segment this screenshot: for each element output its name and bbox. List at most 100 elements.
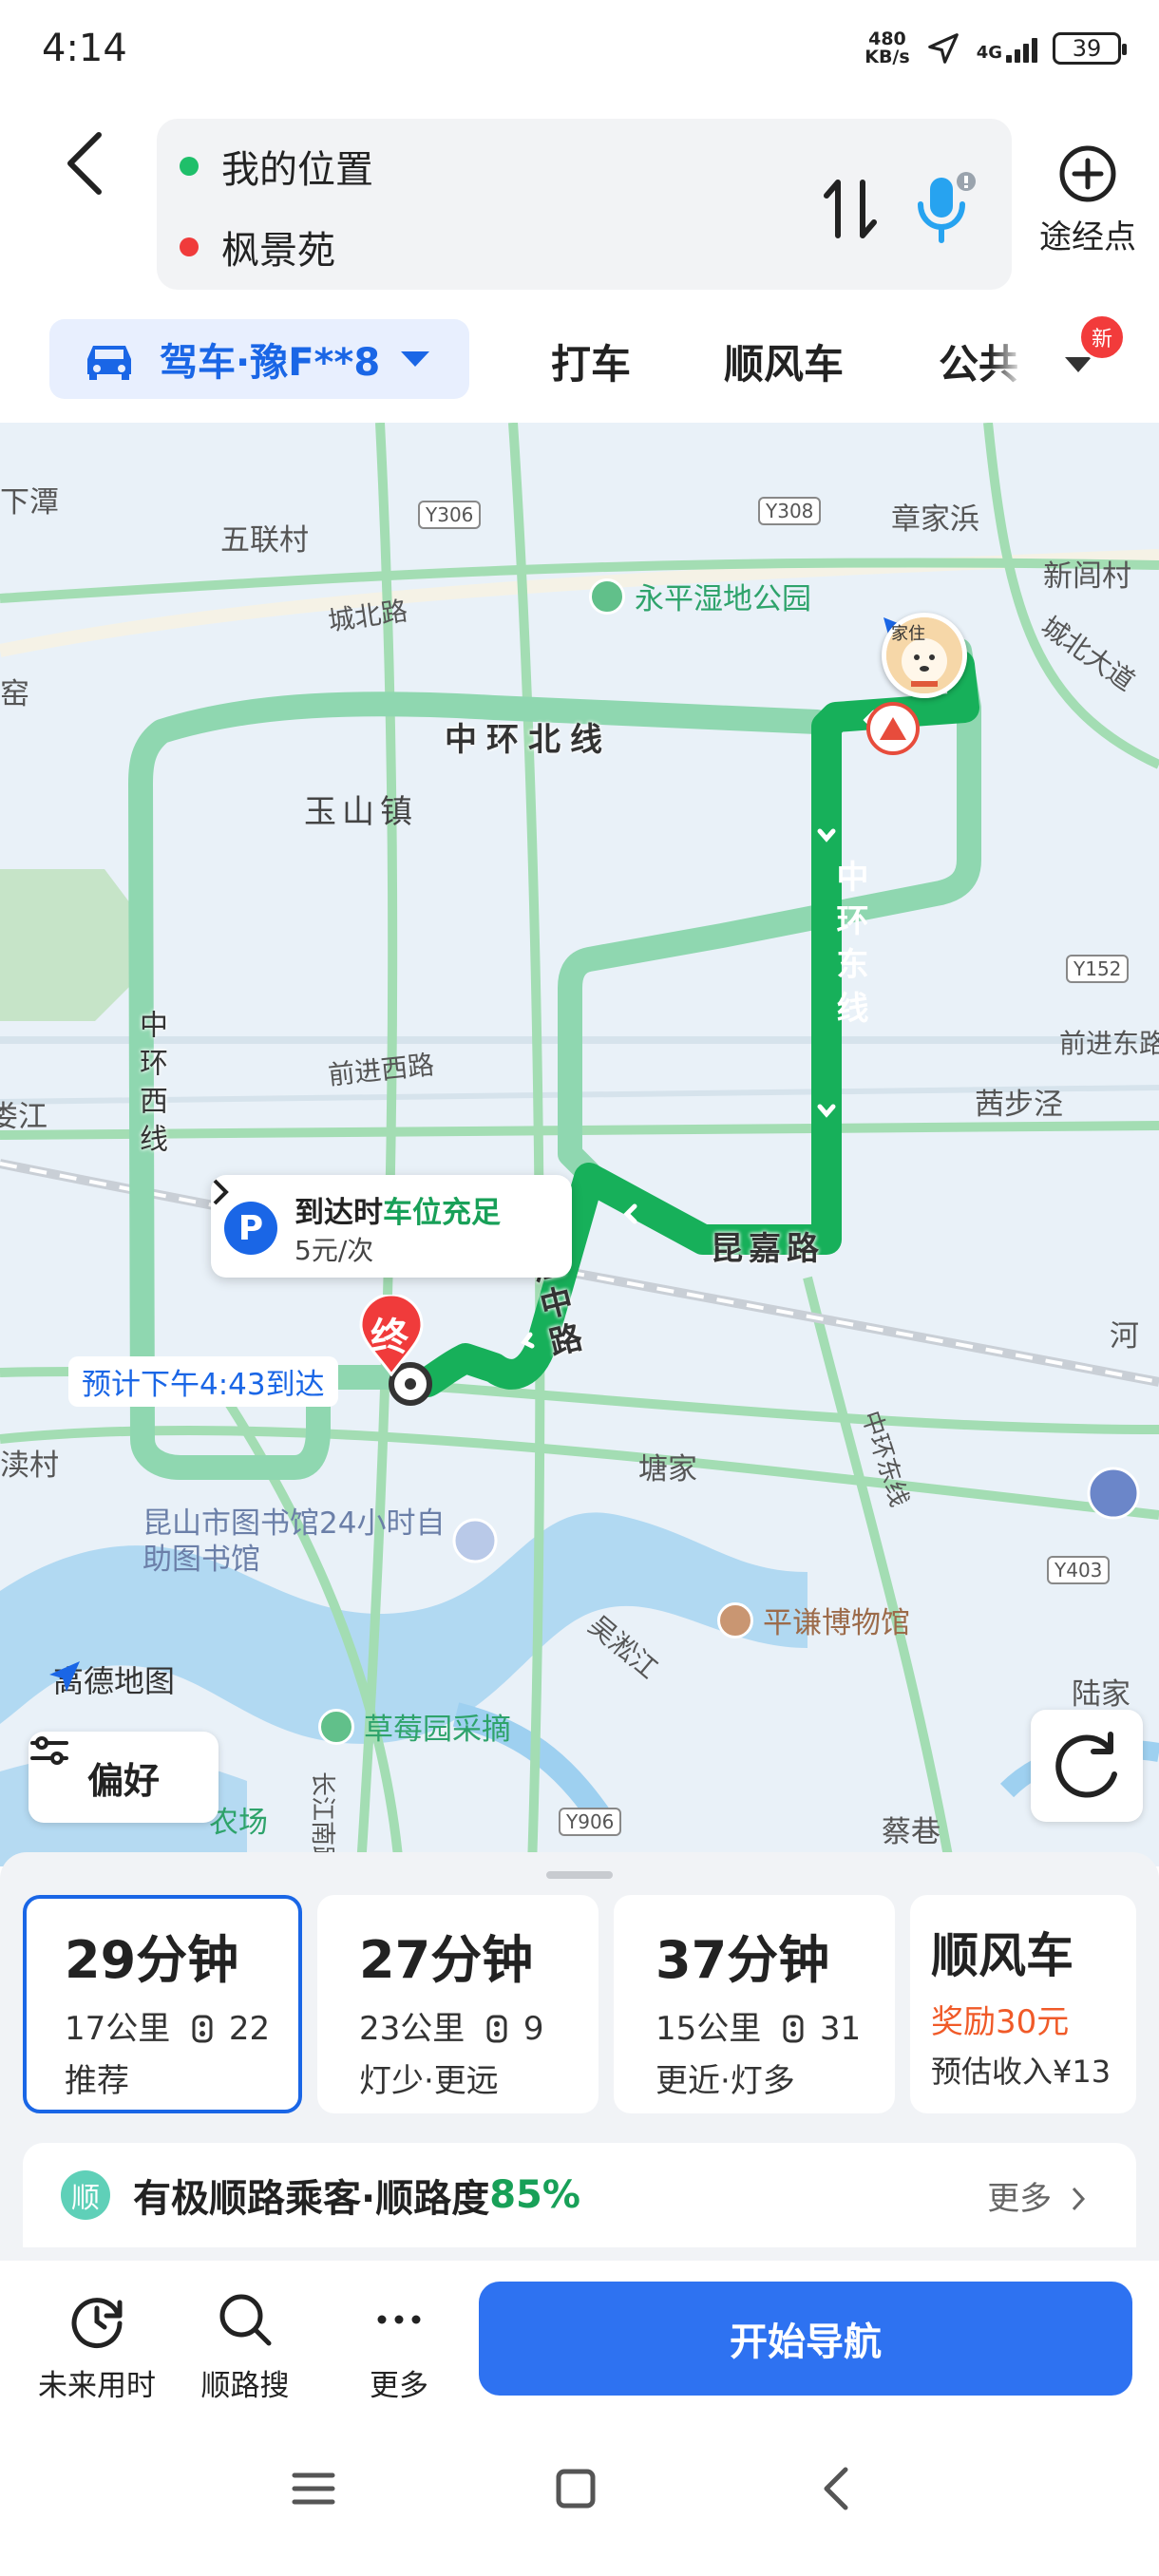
carpool-title: 顺风车 xyxy=(931,1928,1074,1983)
plus-circle-icon xyxy=(1059,145,1116,202)
route-option-3[interactable]: 37分钟 15公里 31 更近·灯多 xyxy=(614,1895,895,2113)
route-label-north: 中环北线 xyxy=(445,721,612,759)
drag-handle[interactable] xyxy=(546,1871,613,1879)
signal-icon xyxy=(1006,34,1037,63)
start-dot-icon xyxy=(180,157,199,176)
map-canvas xyxy=(0,423,1159,1866)
action-bar: 未来用时 顺路搜 更多 开始导航 xyxy=(0,2261,1159,2576)
microphone-icon xyxy=(918,172,976,243)
traffic-light-icon xyxy=(192,2015,213,2043)
poi-wetland-park[interactable]: 永平湿地公园 xyxy=(589,575,811,617)
poi-library[interactable]: 昆山市图书馆24小时自助图书馆 xyxy=(142,1506,466,1578)
back-triangle-icon xyxy=(824,2467,848,2510)
map-label-zhangjiabang: 章家浜 xyxy=(891,502,979,537)
back-button[interactable] xyxy=(57,125,114,201)
start-navigation-button[interactable]: 开始导航 xyxy=(479,2282,1132,2396)
route-time: 37分钟 xyxy=(656,1930,830,1990)
route-distance: 17公里 xyxy=(65,2010,171,2048)
refresh-button[interactable] xyxy=(1031,1710,1143,1822)
poi-strawberry-label: 草莓园采摘 xyxy=(364,1713,511,1747)
chevron-right-icon xyxy=(1072,2187,1086,2210)
more-button[interactable]: 更多 xyxy=(323,2289,475,2404)
home-square-icon xyxy=(556,2469,596,2509)
route-lights: 9 xyxy=(522,2010,544,2048)
preference-button[interactable]: 偏好 xyxy=(28,1732,218,1823)
amap-logo: 高德地图 xyxy=(46,1657,175,1701)
tab-taxi[interactable]: 打车 xyxy=(551,332,631,390)
destination-marker[interactable]: 终 xyxy=(357,1295,426,1376)
map-label-xinwen: 新闾村 xyxy=(1043,559,1131,594)
swap-arrows-icon xyxy=(824,180,877,238)
parking-icon: P xyxy=(224,1202,277,1255)
more-label: 更多 xyxy=(370,2369,428,2403)
system-back-button[interactable] xyxy=(800,2460,876,2517)
shunlu-more-link[interactable]: 更多 xyxy=(987,2172,1087,2219)
road-shield-y306: Y306 xyxy=(418,501,482,529)
voice-input-button[interactable] xyxy=(907,166,983,252)
parking-availability: 车位充足 xyxy=(383,1196,501,1230)
parking-title-prefix: 到达时 xyxy=(294,1196,383,1230)
add-waypoint-button[interactable]: 途经点 xyxy=(1031,142,1145,266)
map-label-caixiang: 蔡巷 xyxy=(882,1815,940,1849)
road-shield-y403: Y403 xyxy=(1047,1556,1111,1584)
clock-icon xyxy=(71,2298,123,2349)
shunlu-text: 有极顺路乘客·顺路度 xyxy=(133,2177,490,2221)
parking-info-card[interactable]: P 到达时车位充足 5元/次 xyxy=(211,1175,572,1278)
swap-button[interactable] xyxy=(817,171,884,247)
route-distance-row: 15公里 31 xyxy=(656,2002,895,2049)
traffic-light-icon xyxy=(486,2015,507,2043)
net-speed-unit: KB/s xyxy=(864,47,910,67)
map-label-yushan: 玉山镇 xyxy=(304,793,418,831)
route-time: 29分钟 xyxy=(65,1930,239,1990)
poi-museum-label: 平谦博物馆 xyxy=(763,1606,910,1640)
route-option-2[interactable]: 27分钟 23公里 9 灯少·更远 xyxy=(317,1895,598,2113)
system-home-button[interactable] xyxy=(538,2460,614,2517)
search-along-button[interactable]: 顺路搜 xyxy=(169,2289,321,2404)
route-option-1[interactable]: 29分钟 17公里 22 推荐 xyxy=(23,1895,302,2113)
search-along-label: 顺路搜 xyxy=(200,2369,290,2403)
strawberry-icon xyxy=(318,1708,354,1745)
carpool-reward: 奖励30元 xyxy=(931,2003,1070,2041)
route-distance: 23公里 xyxy=(359,2010,466,2048)
carpool-option[interactable]: 顺风车 奖励30元 预估收入¥13 xyxy=(910,1895,1136,2113)
poi-wetland-label: 永平湿地公园 xyxy=(635,582,811,616)
battery-icon: 39 xyxy=(1053,32,1127,65)
route-distance-row: 17公里 22 xyxy=(65,2002,298,2049)
start-location-field[interactable]: 我的位置 xyxy=(180,128,373,204)
route-distance-row: 23公里 9 xyxy=(359,2002,598,2049)
tab-carpool[interactable]: 顺风车 xyxy=(724,332,844,390)
tab-drive[interactable]: 驾车·豫F**8 xyxy=(49,319,469,399)
map-view[interactable]: 下潭 五联村 章家浜 新闾村 窑 玉山镇 茜步泾 娄江 塘家 渎村 陆家 蔡巷 … xyxy=(0,423,1159,1866)
eta-label: 预计下午4:43到达 xyxy=(68,1356,338,1407)
system-menu-button[interactable] xyxy=(276,2460,352,2517)
refresh-icon xyxy=(1055,1732,1117,1798)
route-label-east: 中环东线 xyxy=(830,860,868,1034)
map-label-xiatan: 下潭 xyxy=(0,485,59,520)
carpool-income: 预估收入¥13 xyxy=(931,2054,1112,2090)
drive-tab-label: 驾车·豫F**8 xyxy=(160,341,381,385)
menu-icon xyxy=(292,2472,335,2505)
carpool-match-bar[interactable]: 顺 有极顺路乘客·顺路度 85% 更多 xyxy=(23,2143,1136,2247)
future-time-button[interactable]: 未来用时 xyxy=(21,2289,173,2404)
transport-mode-tabs: 驾车·豫F**8 打车 顺风车 公共 新 xyxy=(0,313,1159,408)
end-location-field[interactable]: 枫景苑 xyxy=(180,209,335,285)
museum-icon xyxy=(717,1601,753,1638)
search-icon xyxy=(219,2294,272,2346)
poi-library-label: 昆山市图书馆24小时自助图书馆 xyxy=(142,1506,446,1577)
poi-museum[interactable]: 平谦博物馆 xyxy=(717,1599,910,1641)
road-shield-y308: Y308 xyxy=(758,497,822,525)
map-label-lujia: 陆家 xyxy=(1072,1677,1130,1712)
status-time: 4:14 xyxy=(42,27,127,70)
destination-marker-label: 终 xyxy=(370,1316,408,1359)
shunlu-percent: 85% xyxy=(489,2173,580,2217)
map-label-xibuzhen: 茜步泾 xyxy=(975,1088,1063,1122)
start-location-text: 我的位置 xyxy=(221,148,373,192)
road-shield-y152: Y152 xyxy=(1066,955,1130,983)
poi-strawberry[interactable]: 草莓园采摘 xyxy=(318,1705,511,1748)
net-speed: 480 KB/s xyxy=(864,30,909,66)
battery-level: 39 xyxy=(1072,35,1102,62)
route-label-kunjia: 昆嘉路 xyxy=(711,1230,825,1268)
road-label-qianjin-east: 前进东路 xyxy=(1059,1028,1159,1059)
tab-transit[interactable]: 公共 xyxy=(939,332,1024,390)
shunlu-icon: 顺 xyxy=(61,2170,110,2220)
